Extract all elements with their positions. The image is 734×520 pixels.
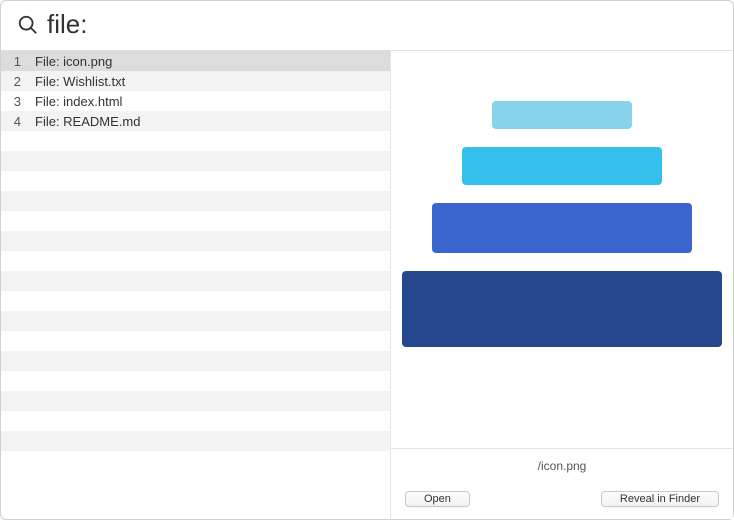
preview-path: /icon.png	[391, 448, 733, 491]
icon-layer-2	[462, 147, 662, 185]
list-item	[1, 431, 390, 451]
list-item	[1, 411, 390, 431]
reveal-in-finder-button[interactable]: Reveal in Finder	[601, 491, 719, 507]
list-item	[1, 451, 390, 471]
content-area: 1File: icon.png2File: Wishlist.txt3File:…	[1, 51, 733, 519]
list-item[interactable]: 2File: Wishlist.txt	[1, 71, 390, 91]
search-bar	[1, 1, 733, 51]
row-label: File: index.html	[31, 94, 390, 109]
preview-image	[391, 51, 733, 448]
preview-actions: Open Reveal in Finder	[391, 491, 733, 519]
list-item	[1, 231, 390, 251]
list-item	[1, 171, 390, 191]
open-button[interactable]: Open	[405, 491, 470, 507]
icon-layer-4	[402, 271, 722, 347]
list-item	[1, 331, 390, 351]
list-item	[1, 271, 390, 291]
list-item	[1, 351, 390, 371]
list-item	[1, 251, 390, 271]
icon-layer-3	[432, 203, 692, 253]
list-item[interactable]: 4File: README.md	[1, 111, 390, 131]
list-item	[1, 391, 390, 411]
row-label: File: icon.png	[31, 54, 390, 69]
preview-panel: /icon.png Open Reveal in Finder	[391, 51, 733, 519]
icon-layer-1	[492, 101, 632, 129]
list-item[interactable]: 3File: index.html	[1, 91, 390, 111]
list-item	[1, 371, 390, 391]
list-item	[1, 191, 390, 211]
row-number: 4	[1, 114, 31, 129]
list-item	[1, 311, 390, 331]
list-item	[1, 211, 390, 231]
row-number: 3	[1, 94, 31, 109]
row-label: File: Wishlist.txt	[31, 74, 390, 89]
list-item	[1, 291, 390, 311]
list-item	[1, 131, 390, 151]
search-icon	[17, 14, 39, 36]
list-item[interactable]: 1File: icon.png	[1, 51, 390, 71]
search-input[interactable]	[47, 9, 717, 40]
row-number: 1	[1, 54, 31, 69]
row-label: File: README.md	[31, 114, 390, 129]
row-number: 2	[1, 74, 31, 89]
results-list[interactable]: 1File: icon.png2File: Wishlist.txt3File:…	[1, 51, 391, 519]
list-item	[1, 151, 390, 171]
